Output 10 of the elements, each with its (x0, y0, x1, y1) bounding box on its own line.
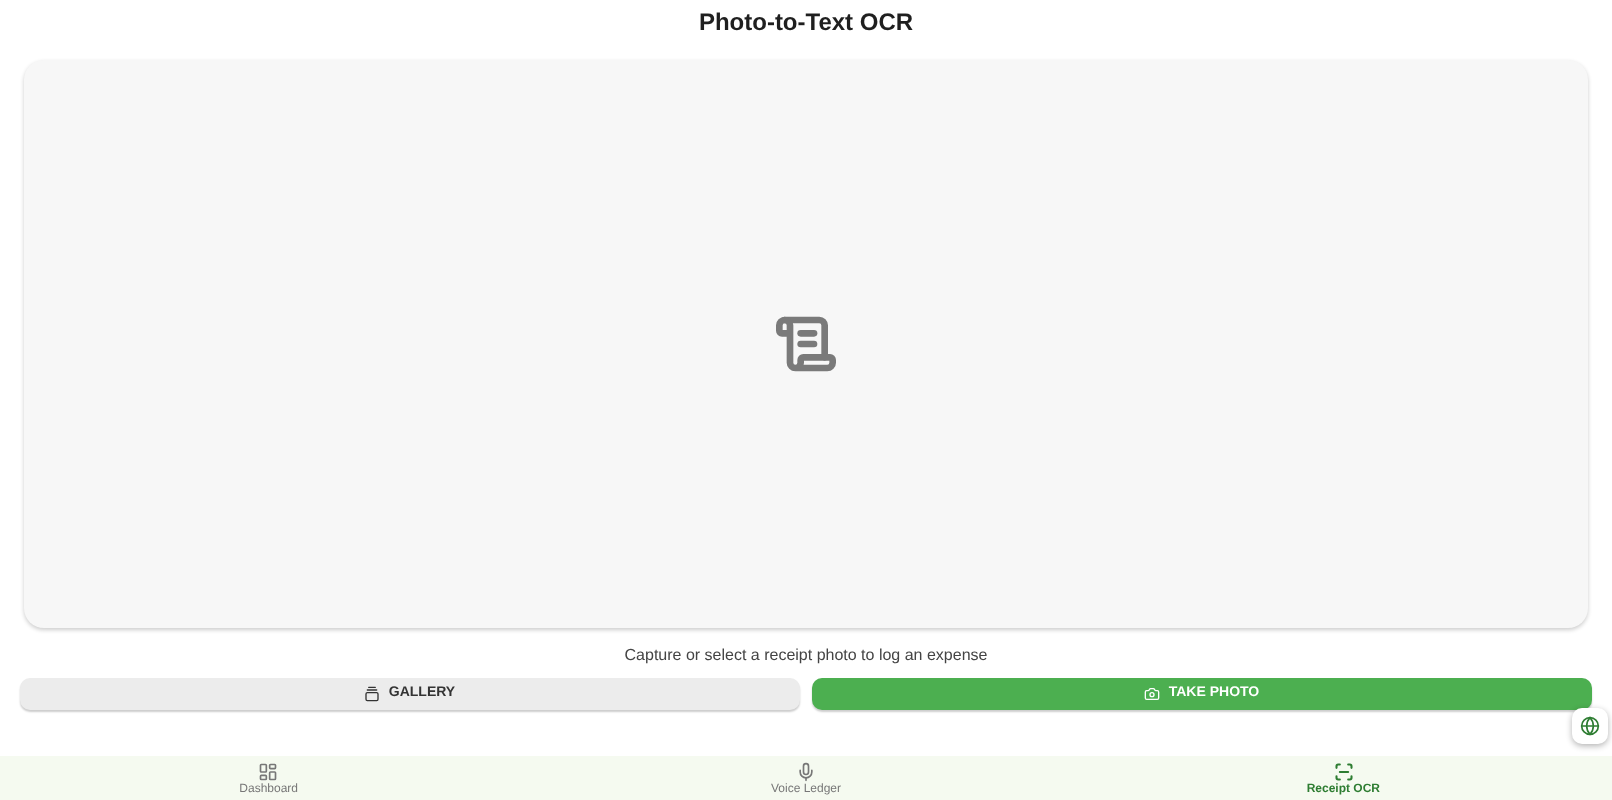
globe-icon (1580, 716, 1600, 736)
microphone-icon (796, 762, 816, 782)
receipt-icon (774, 312, 838, 376)
language-button[interactable] (1572, 708, 1608, 744)
scan-icon (1333, 762, 1354, 782)
page-title: Photo-to-Text OCR (698, 6, 914, 40)
camera-icon (1144, 686, 1161, 702)
hint-text: Capture or select a receipt photo to log an expense (624, 644, 988, 668)
gallery-icon (364, 686, 381, 702)
dashboard-icon (258, 762, 279, 782)
